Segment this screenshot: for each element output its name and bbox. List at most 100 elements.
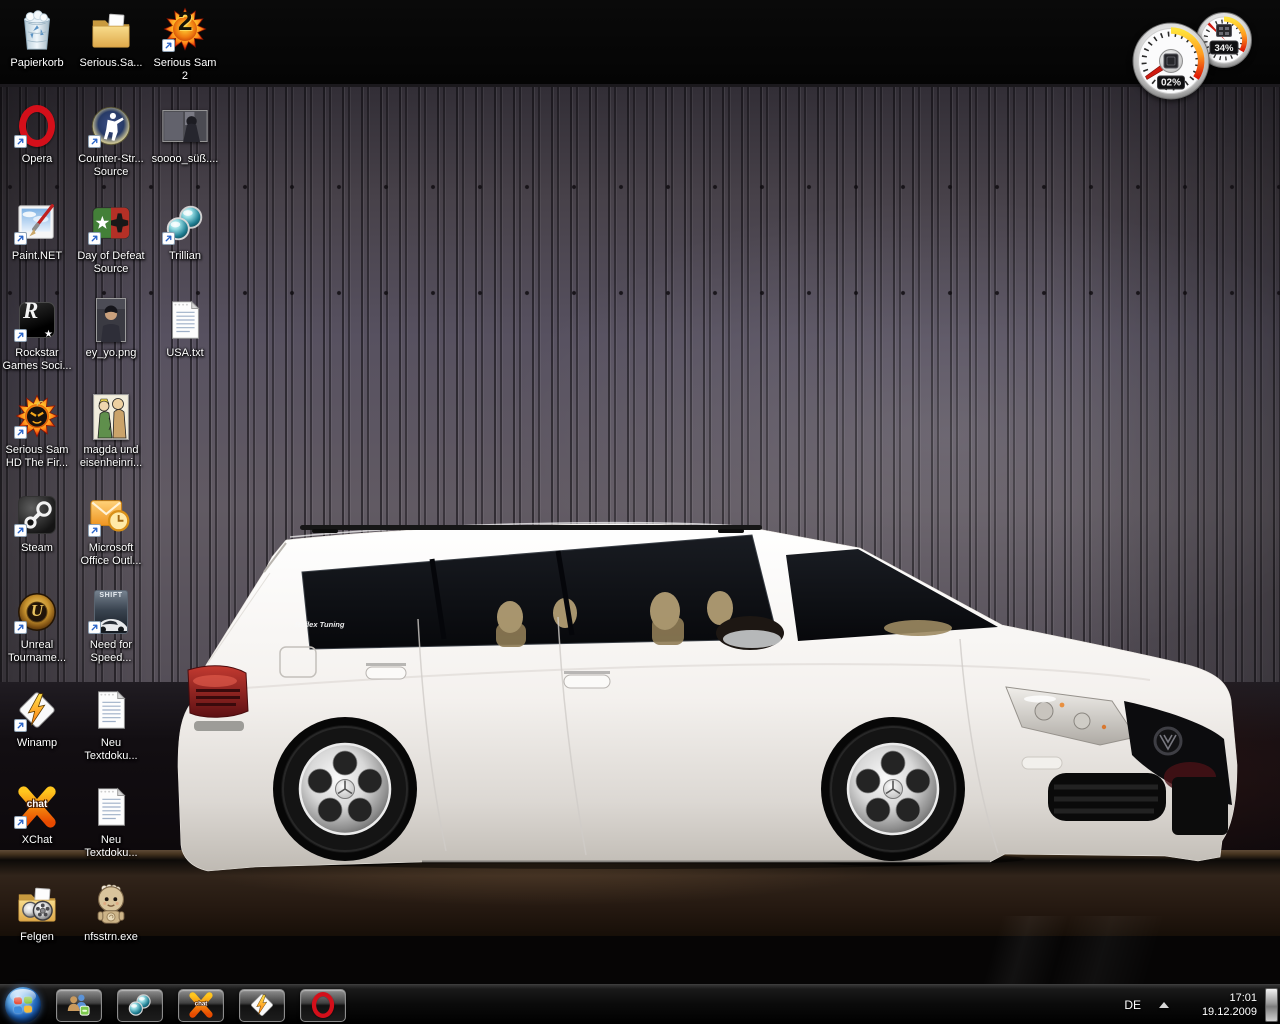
winamp-icon [248,991,277,1020]
cpu-chip-icon [1164,54,1178,68]
desktop-icon-steam[interactable]: Steam [1,491,73,555]
shortcut-arrow-icon [88,135,101,148]
quick-launch-bar: chat [56,985,346,1024]
icon-label: soooo_süß.... [152,153,219,166]
shortcut-arrow-icon [14,719,27,732]
icon-label: Paint.NET [12,250,62,263]
ram-chip-icon [1217,25,1232,37]
desktop-icon-magda-und-eisenheinrich[interactable]: magda undeisenheinri... [75,393,147,470]
photo-landscape-icon [162,102,208,150]
icon-label: Day of DefeatSource [77,250,144,276]
icon-label: RockstarGames Soci... [2,347,71,373]
desktop-icon-paint-net[interactable]: Paint.NET [1,199,73,263]
start-button[interactable] [5,987,41,1023]
text-doc-icon [88,686,134,734]
desktop-icon-rockstar-games-social[interactable]: R★ RockstarGames Soci... [1,296,73,373]
icon-label: NeuTextdoku... [84,834,137,860]
shortcut-arrow-icon [162,232,175,245]
icon-label: nfsstrn.exe [84,931,138,944]
text-doc-icon [88,783,134,831]
msn-icon [65,991,94,1020]
show-desktop-button[interactable] [1265,988,1278,1022]
quicklaunch-xchat-button[interactable]: chat [178,989,224,1022]
xchat-icon: chat [14,783,60,831]
quicklaunch-messenger-button[interactable] [56,989,102,1022]
ram-usage-value: 34% [1214,43,1234,54]
icon-label: Steam [21,542,53,555]
icon-label: XChat [22,834,53,847]
dod-source-icon [88,199,134,247]
trillian-icon [126,991,155,1020]
language-indicator[interactable]: DE [1124,998,1141,1012]
desktop-icon-ey-yo-png[interactable]: ey_yo.png [75,296,147,360]
icon-label: ey_yo.png [86,347,137,360]
shortcut-arrow-icon [14,621,27,634]
desktop-icon-day-of-defeat-source[interactable]: Day of DefeatSource [75,199,147,276]
shortcut-arrow-icon [14,135,27,148]
desktop-icon-soooo-suess[interactable]: soooo_süß.... [149,102,221,166]
desktop-icon-unreal-tournament[interactable]: U UnrealTourname... [1,588,73,665]
tray-chevron-icon[interactable] [1159,1002,1169,1008]
desktop-icon-opera[interactable]: Opera [1,102,73,166]
shortcut-arrow-icon [14,426,27,439]
desktop-icon-neu-textdokument-2[interactable]: NeuTextdoku... [75,783,147,860]
opera-icon [14,102,60,150]
photo-portrait-icon [88,296,134,344]
icon-label: Serious Sam2 [154,57,217,83]
shortcut-arrow-icon [14,524,27,537]
icon-label: Felgen [20,931,54,944]
desktop-icon-usa-txt[interactable]: USA.txt [149,296,221,360]
xchat-icon: chat [187,991,216,1020]
shortcut-arrow-icon [88,524,101,537]
desktop-icon-xchat[interactable]: chat XChat [1,783,73,847]
desktop-icon-need-for-speed-shift[interactable]: SHIFT Need forSpeed... [75,588,147,665]
icon-label: MicrosoftOffice Outl... [81,542,142,568]
system-tray: DE 17:01 19.12.2009 [1124,985,1280,1024]
serious-sam-2-icon: 2 [162,6,208,54]
clock[interactable]: 17:01 19.12.2009 [1185,991,1257,1019]
desktop-icon-microsoft-office-outlook[interactable]: MicrosoftOffice Outl... [75,491,147,568]
quicklaunch-trillian-button[interactable] [117,989,163,1022]
desktop-icon-serious-sam-hd[interactable]: Serious SamHD The Fir... [1,393,73,470]
trillian-icon [162,199,208,247]
desktop-icon-trillian[interactable]: Trillian [149,199,221,263]
desktop-icon-serious-sa-folder[interactable]: Serious.Sa... [75,6,147,70]
wallpaper-car: Reflex Tuning [160,515,1245,960]
winamp-icon [14,686,60,734]
desktop-icon-nfsstrn-exe[interactable]: nfsstrn.exe [75,880,147,944]
folder-wheels-icon [14,880,60,928]
desktop-icon-serious-sam-2[interactable]: 2 Serious Sam2 [149,6,221,83]
wall-rivet-row [0,184,1280,190]
clock-date: 19.12.2009 [1185,1005,1257,1019]
text-doc-icon [162,296,208,344]
icon-label: Need forSpeed... [90,639,132,665]
shortcut-arrow-icon [162,39,175,52]
icon-label: Winamp [17,737,57,750]
icon-label: Serious.Sa... [80,57,143,70]
icon-label: Papierkorb [10,57,63,70]
recycle-bin-icon [14,6,60,54]
desktop-icon-winamp[interactable]: Winamp [1,686,73,750]
shortcut-arrow-icon [88,232,101,245]
desktop-icon-papierkorb[interactable]: Papierkorb [1,6,73,70]
photo-comic-icon [88,393,134,441]
clock-time: 17:01 [1185,991,1257,1005]
opera-icon [309,991,336,1020]
cpu-gauge[interactable]: 02% [1131,21,1211,101]
desktop-icon-counter-strike-source[interactable]: Counter-Str...Source [75,102,147,179]
car-window-sticker: Reflex Tuning [295,620,345,629]
icon-label: Counter-Str...Source [78,153,143,179]
serious-sam-hd-icon [14,393,60,441]
steam-icon [14,491,60,539]
icon-label: Opera [22,153,53,166]
desktop-icon-felgen[interactable]: Felgen [1,880,73,944]
folder-icon [88,6,134,54]
unreal-icon: U [14,588,60,636]
taskbar: chat DE 17:01 19.12.2009 [0,984,1280,1024]
shortcut-arrow-icon [88,621,101,634]
quicklaunch-winamp-button[interactable] [239,989,285,1022]
quicklaunch-opera-button[interactable] [300,989,346,1022]
desktop-icon-neu-textdokument-1[interactable]: NeuTextdoku... [75,686,147,763]
icon-label: magda undeisenheinri... [80,444,142,470]
icon-label: NeuTextdoku... [84,737,137,763]
